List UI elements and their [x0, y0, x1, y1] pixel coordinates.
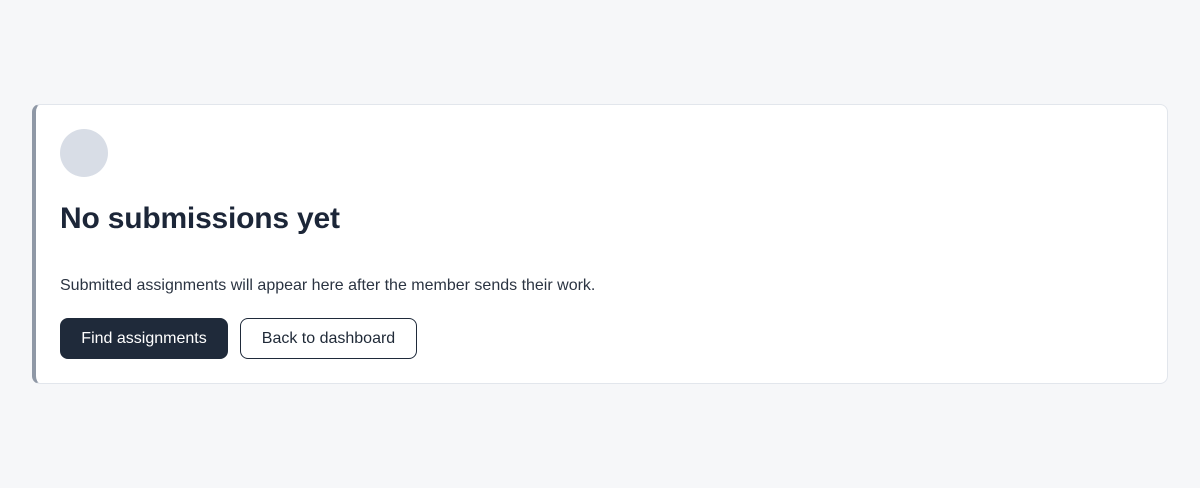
empty-state-actions: Find assignments Back to dashboard — [60, 318, 417, 359]
empty-state-description: Submitted assignments will appear here a… — [60, 277, 596, 294]
back-to-dashboard-button[interactable]: Back to dashboard — [240, 318, 417, 359]
find-assignments-button[interactable]: Find assignments — [60, 318, 228, 359]
empty-state-title: No submissions yet — [60, 202, 340, 235]
empty-state-card: No submissions yet Submitted assignments… — [32, 104, 1168, 384]
placeholder-avatar-icon — [60, 129, 108, 177]
